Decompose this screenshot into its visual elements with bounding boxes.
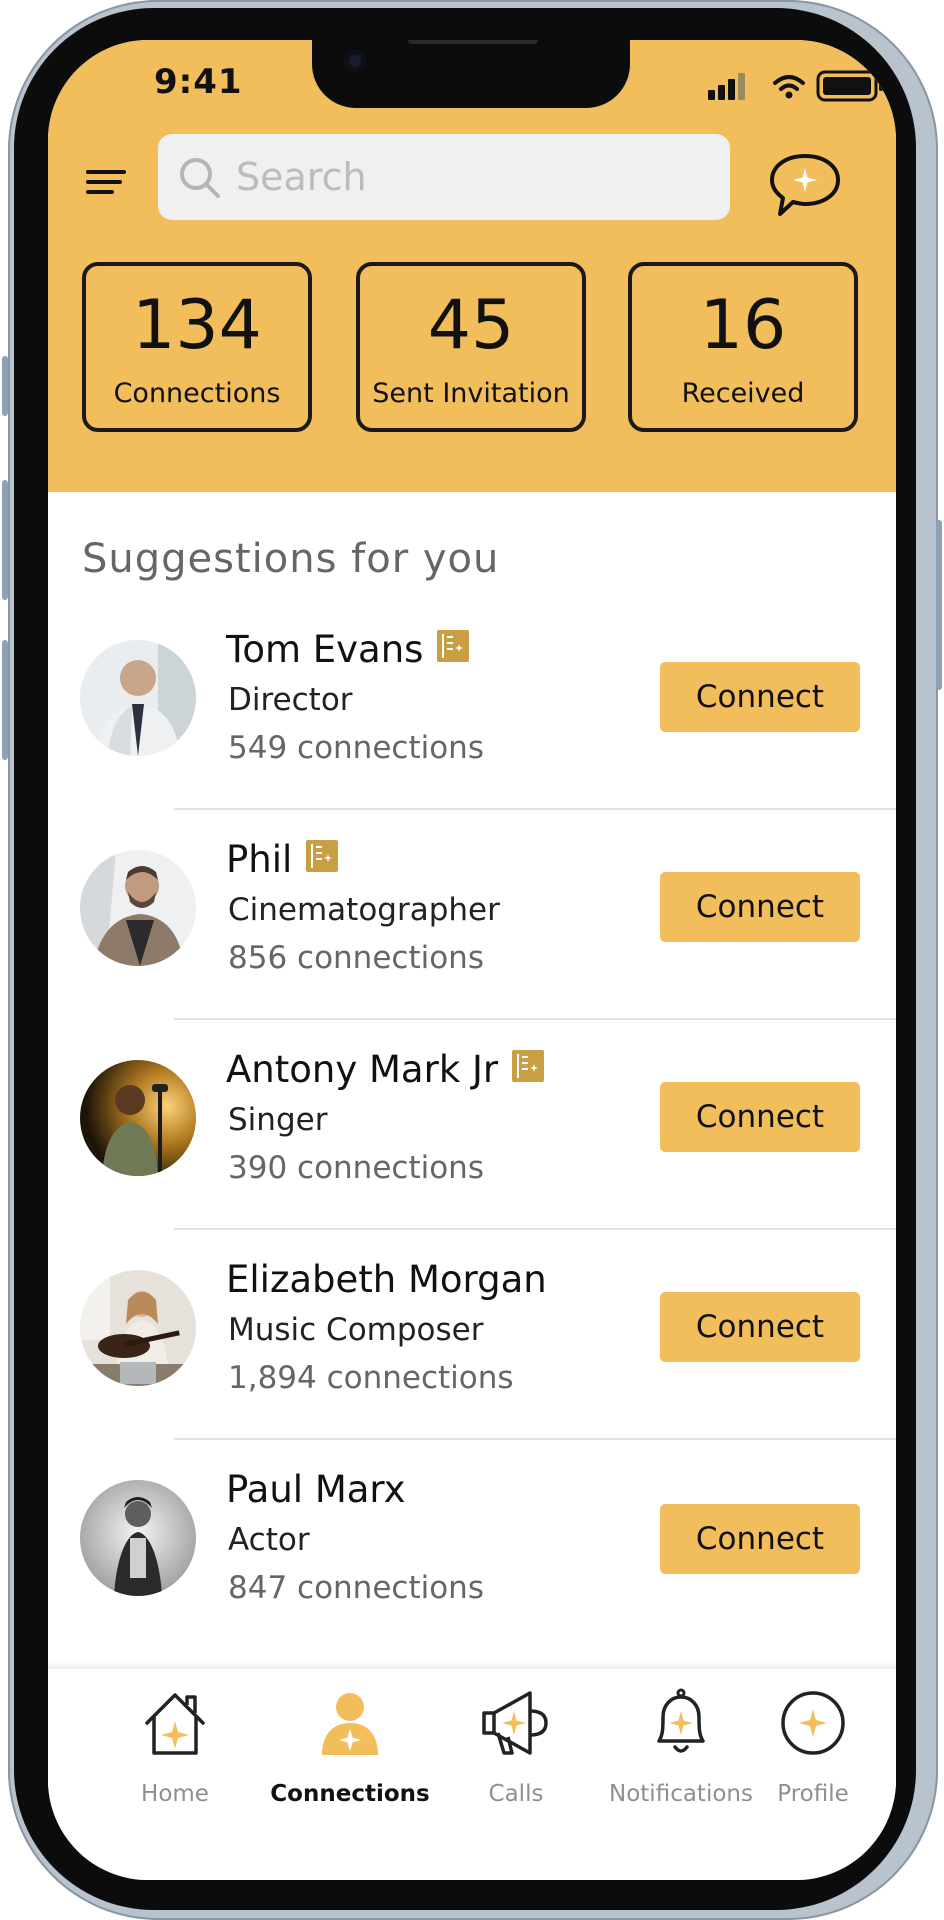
avatar-photo [80, 640, 196, 756]
home-icon [145, 1693, 205, 1755]
name-row: Phil [226, 838, 339, 888]
person-name: Tom Evans [226, 628, 424, 671]
side-button [2, 356, 8, 416]
search-input[interactable] [236, 152, 696, 202]
chat-button[interactable] [766, 150, 844, 222]
person-connections: 847 connections [228, 1570, 484, 1606]
avatar[interactable] [80, 1480, 196, 1596]
suggestion-item: Tom Evans Director 549 connections Conne… [48, 618, 896, 828]
name-row: Elizabeth Morgan [226, 1258, 547, 1308]
side-button [2, 480, 8, 600]
tab-profile[interactable]: Profile [728, 1687, 896, 1807]
header: 9:41 Search 134 Connections 45 Sent Invi… [48, 40, 896, 492]
stat-label: Connections [113, 378, 281, 409]
stat-card-received[interactable]: 16 Received [628, 262, 858, 432]
connect-button[interactable]: Connect [660, 662, 860, 732]
person-name: Elizabeth Morgan [226, 1258, 547, 1301]
profile-star-icon [781, 1691, 845, 1755]
chat-bubble-icon [770, 154, 840, 216]
person-role: Music Composer [228, 1312, 484, 1348]
connect-button[interactable]: Connect [660, 1082, 860, 1152]
stat-card-connections[interactable]: 134 Connections [82, 262, 312, 432]
suggestion-item: Phil Cinematographer 856 connections Con… [48, 828, 896, 1038]
section-title: Suggestions for you [82, 536, 500, 582]
avatar-photo [80, 1270, 196, 1386]
camera [344, 50, 366, 72]
person-icon [322, 1693, 378, 1755]
person-connections: 1,894 connections [228, 1360, 514, 1396]
person-connections: 390 connections [228, 1150, 484, 1186]
status-icons [658, 70, 888, 104]
person-connections: 549 connections [228, 730, 484, 766]
signal-icon [708, 73, 745, 100]
connect-button[interactable]: Connect [660, 1292, 860, 1362]
battery-icon [816, 70, 883, 102]
megaphone-icon [482, 1691, 548, 1755]
tab-home[interactable]: Home [90, 1687, 260, 1807]
connect-button[interactable]: Connect [660, 872, 860, 942]
side-button [936, 520, 942, 690]
person-role: Director [228, 682, 353, 718]
divider [174, 1018, 896, 1020]
tab-label: Calls [488, 1781, 544, 1807]
tab-label: Home [141, 1781, 209, 1807]
person-name: Paul Marx [226, 1468, 406, 1511]
tab-bar: Home Connections Calls Notifications Pro… [48, 1666, 896, 1880]
tab-label: Connections [270, 1781, 430, 1807]
status-time: 9:41 [154, 62, 243, 102]
stat-card-sent-invitation[interactable]: 45 Sent Invitation [356, 262, 586, 432]
avatar[interactable] [80, 640, 196, 756]
person-connections: 856 connections [228, 940, 484, 976]
tab-label: Profile [777, 1781, 849, 1807]
menu-button[interactable] [84, 160, 128, 204]
stat-label: Sent Invitation [372, 378, 570, 409]
avatar[interactable] [80, 1060, 196, 1176]
connect-button[interactable]: Connect [660, 1504, 860, 1574]
suggestion-item: Paul Marx Actor 847 connections Connect [48, 1458, 896, 1668]
verified-badge-icon [437, 629, 470, 662]
stat-value: 45 [427, 286, 515, 365]
wifi-icon [773, 75, 805, 99]
stat-label: Received [681, 378, 805, 409]
avatar[interactable] [80, 850, 196, 966]
divider [174, 1228, 896, 1230]
person-name: Antony Mark Jr [226, 1048, 499, 1091]
name-row: Antony Mark Jr [226, 1048, 545, 1098]
bell-icon [657, 1688, 705, 1753]
name-row: Paul Marx [226, 1468, 406, 1518]
search-icon [180, 158, 220, 198]
verified-badge-icon [512, 1049, 545, 1082]
person-role: Singer [228, 1102, 328, 1138]
notch [312, 40, 630, 108]
avatar[interactable] [80, 1270, 196, 1386]
divider [174, 1438, 896, 1440]
avatar-photo [80, 1060, 196, 1176]
name-row: Tom Evans [226, 628, 470, 678]
person-role: Actor [228, 1522, 310, 1558]
divider [174, 808, 896, 810]
side-button [2, 640, 8, 760]
speaker [408, 40, 538, 44]
person-name: Phil [226, 838, 293, 881]
stat-value: 134 [132, 286, 262, 365]
person-role: Cinematographer [228, 892, 500, 928]
verified-badge-icon [306, 839, 339, 872]
stat-value: 16 [699, 286, 787, 365]
search-bar[interactable] [158, 134, 730, 220]
avatar-photo [80, 850, 196, 966]
screen: 9:41 Search 134 Connections 45 Sent Invi… [48, 40, 896, 1880]
suggestion-item: Antony Mark Jr Singer 390 connections Co… [48, 1038, 896, 1248]
menu-icon [86, 170, 126, 194]
avatar-photo [80, 1480, 196, 1596]
suggestion-item: Elizabeth Morgan Music Composer 1,894 co… [48, 1248, 896, 1458]
tab-connections[interactable]: Connections [265, 1687, 435, 1807]
tab-calls[interactable]: Calls [431, 1687, 601, 1807]
